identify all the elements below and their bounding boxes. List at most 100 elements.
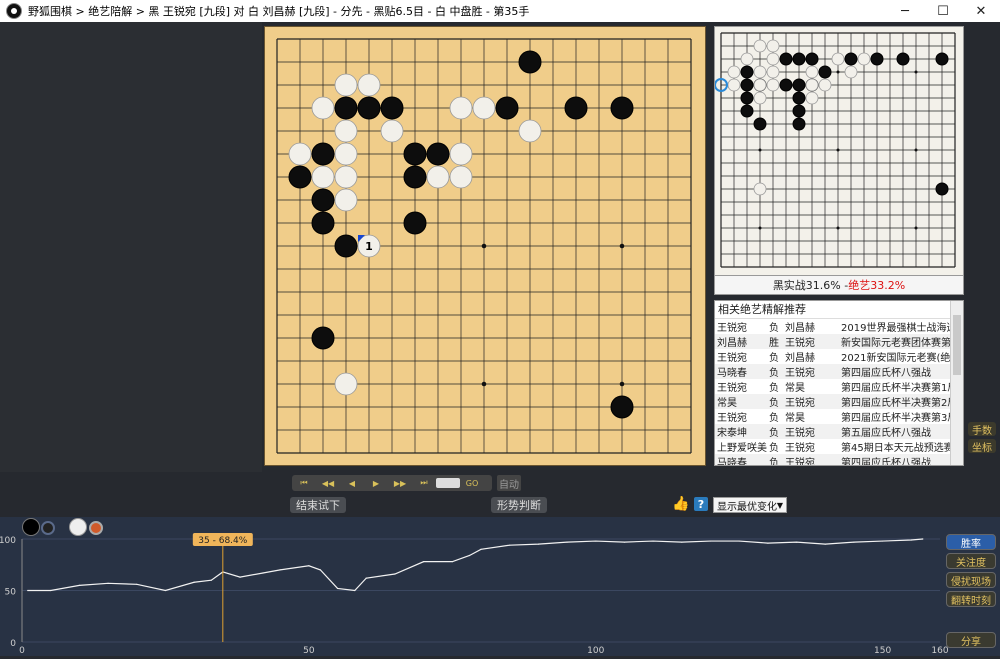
white-legend-icon[interactable]	[69, 518, 87, 536]
mini-board-panel	[711, 23, 965, 294]
go-button[interactable]: GO	[460, 475, 484, 491]
result-cell: 负	[769, 398, 779, 409]
white-player-cell: 王锐宛	[785, 428, 815, 439]
black-stone	[403, 142, 427, 166]
white-stone	[334, 119, 358, 143]
left-pane	[0, 22, 262, 472]
white-stone	[831, 52, 845, 66]
black-stone	[518, 50, 542, 74]
end-try-button[interactable]: 结束试下	[290, 497, 346, 513]
black-stone	[740, 78, 754, 92]
navigation-bar: ⏮ ◀◀ ◀ ▶ ▶▶ ⏭ GO	[292, 475, 492, 491]
chevron-down-icon: ▼	[776, 500, 783, 510]
attention-tab-button[interactable]: 关注度	[946, 553, 996, 569]
black-stone	[610, 96, 634, 120]
recommendation-row[interactable]: 王锐宛 负刘昌赫 2021新安国际元老赛(绝	[715, 349, 951, 364]
result-cell: 负	[769, 323, 779, 334]
winrate-point	[423, 561, 425, 563]
main-board-svg[interactable]: 1	[260, 22, 708, 470]
forward-five-button[interactable]: ▶▶	[388, 475, 412, 491]
black-stone	[311, 188, 335, 212]
white-stone	[753, 91, 767, 105]
winrate-point	[623, 541, 626, 543]
star-point	[836, 70, 840, 74]
x-tick-label: 150	[874, 646, 891, 656]
recommendation-row[interactable]: 刘昌赫 胜王锐宛 新安国际元老赛团体赛第3轮	[715, 334, 951, 349]
winrate-point	[468, 554, 471, 557]
recommendation-row[interactable]: 上野爱咲美负王锐宛 第45期日本天元战预选赛	[715, 439, 951, 454]
white-stone	[857, 52, 871, 66]
recommendation-row[interactable]: 马晓春 负王锐宛 第四届应氏杯八强战	[715, 454, 951, 466]
black-stone	[896, 52, 910, 66]
thumbs-up-icon[interactable]: 👍	[672, 496, 689, 512]
recommendation-panel: 相关绝艺精解推荐 王锐宛负刘昌赫2019世界最强棋士战海选半决刘昌赫胜王锐宛新安…	[714, 300, 964, 466]
winrate-tab-button[interactable]: 胜率	[946, 534, 996, 550]
black-player-cell: 上野爱咲美	[717, 443, 767, 454]
position-judge-button[interactable]: 形势判断	[491, 497, 547, 513]
close-button[interactable]: ✕	[962, 0, 1000, 22]
winrate-point	[107, 582, 109, 584]
recommendation-row[interactable]: 王锐宛 负刘昌赫 2019世界最强棋士战海选半决	[715, 319, 951, 334]
black-stone	[779, 78, 793, 92]
white-stone	[357, 73, 381, 97]
coords-toggle-button[interactable]: 坐标	[968, 439, 996, 454]
black-stone	[403, 211, 427, 235]
recommendation-row[interactable]: 马晓春 负王锐宛 第四届应氏杯八强战	[715, 364, 951, 379]
y-tick-label: 0	[10, 639, 16, 649]
move-number-input[interactable]	[436, 478, 460, 488]
black-stone	[792, 78, 806, 92]
black-series-toggle-icon[interactable]	[41, 521, 55, 535]
main-board[interactable]: 1	[260, 22, 708, 470]
recommendation-row[interactable]: 常昊 负王锐宛 第四届应氏杯半决赛第2局	[715, 394, 951, 409]
winrate-point	[910, 539, 912, 541]
winrate-point	[354, 589, 356, 592]
winrate-point	[50, 589, 52, 592]
black-stone	[311, 211, 335, 235]
black-stone	[334, 234, 358, 258]
event-cell: 第四届应氏杯半决赛第1局	[841, 383, 951, 394]
first-move-button[interactable]: ⏮	[292, 475, 316, 491]
white-stone	[766, 65, 780, 79]
white-stone	[805, 65, 819, 79]
help-icon[interactable]: ?	[694, 497, 708, 511]
event-cell: 2019世界最强棋士战海选半决	[841, 323, 951, 334]
white-stone	[740, 52, 754, 66]
result-cell: 负	[769, 353, 779, 364]
white-stone	[334, 142, 358, 166]
winrate-point	[652, 540, 654, 542]
share-button[interactable]: 分享	[946, 632, 996, 648]
bystanders-tab-button[interactable]: 侵扰现场	[946, 572, 996, 588]
white-series-toggle-icon[interactable]	[89, 521, 103, 535]
black-stone	[870, 52, 884, 66]
auto-play-button[interactable]: 自动	[497, 475, 521, 491]
black-player-cell: 王锐宛	[717, 323, 747, 334]
winrate-point	[480, 548, 482, 550]
white-player-cell: 王锐宛	[785, 398, 815, 409]
black-player-cell: 王锐宛	[717, 383, 747, 394]
recommendation-row[interactable]: 宋泰坤 负王锐宛 第五届应氏杯八强战	[715, 424, 951, 439]
black-stone	[288, 165, 312, 189]
minimize-button[interactable]: ─	[886, 0, 924, 22]
white-player-cell: 王锐宛	[785, 458, 815, 466]
winrate-point	[681, 541, 683, 543]
maximize-button[interactable]: ☐	[924, 0, 962, 22]
white-stone	[449, 142, 473, 166]
forward-button[interactable]: ▶	[364, 475, 388, 491]
black-stone	[792, 52, 806, 66]
winrate-point	[738, 540, 740, 542]
recommendation-row[interactable]: 王锐宛 负常昊 第四届应氏杯半决赛第3局	[715, 409, 951, 424]
last-move-button[interactable]: ⏭	[412, 475, 436, 491]
black-legend-icon[interactable]	[22, 518, 40, 536]
event-cell: 新安国际元老赛团体赛第3轮	[841, 338, 951, 349]
moves-toggle-button[interactable]: 手数	[968, 422, 996, 437]
recommendation-row[interactable]: 王锐宛 负常昊 第四届应氏杯半决赛第1局	[715, 379, 951, 394]
variation-select[interactable]: 显示最优变化 ▼	[713, 497, 787, 513]
key-moments-tab-button[interactable]: 翻转时刻	[946, 591, 996, 607]
winrate-point	[365, 577, 367, 579]
recommendation-scrollbar[interactable]	[950, 301, 963, 465]
event-cell: 第五届应氏杯八强战	[841, 428, 931, 439]
winrate-chart[interactable]: 0 50 100 0 50 100 150 160 35 - 68.4%	[0, 517, 1000, 656]
mini-board-svg[interactable]	[711, 23, 965, 277]
back-five-button[interactable]: ◀◀	[316, 475, 340, 491]
back-button[interactable]: ◀	[340, 475, 364, 491]
